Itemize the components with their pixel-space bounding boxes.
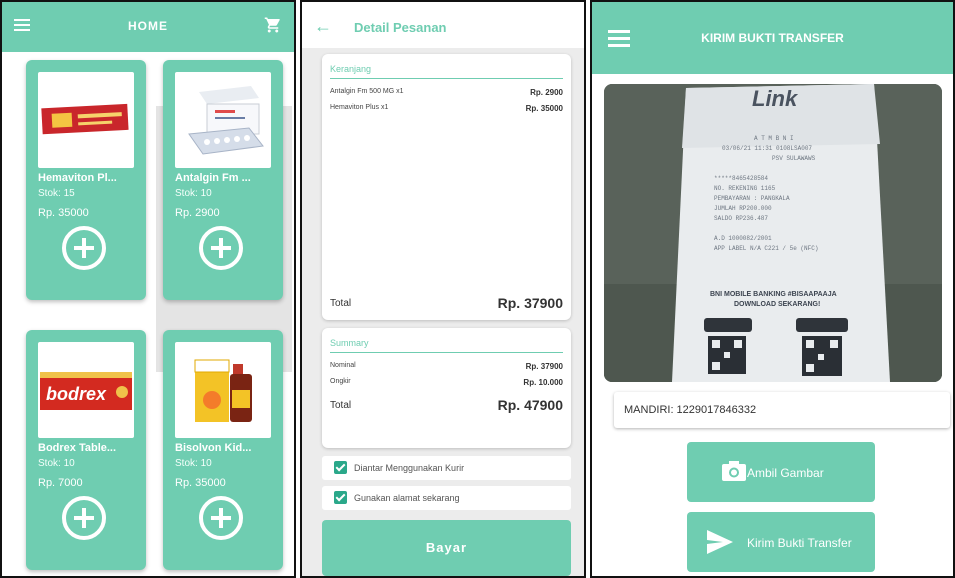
add-to-cart-button[interactable] <box>62 496 106 540</box>
home-app-bar: HOME <box>2 2 294 52</box>
receipt-logo: Link <box>752 86 799 111</box>
summary-row: Nominal Rp. 37900 <box>330 362 563 371</box>
order-detail-screen: ← Detail Pesanan Keranjang Antalgin Fm 5… <box>300 0 586 578</box>
cart-icon[interactable] <box>264 16 282 34</box>
page-title: Detail Pesanan <box>354 20 447 35</box>
send-proof-button[interactable]: Kirim Bukti Transfer <box>687 512 875 572</box>
transfer-proof-screen: KIRIM BUKTI TRANSFER Link A T M B N I 03… <box>590 0 955 578</box>
courier-checkbox-label: Diantar Menggunakan Kurir <box>354 463 465 473</box>
product-grid: Hemaviton Pl... Stok: 15 Rp. 35000 Antal… <box>2 52 294 576</box>
courier-checkbox[interactable]: Diantar Menggunakan Kurir <box>322 456 571 480</box>
cart-item-price: Rp. 35000 <box>525 104 563 113</box>
add-to-cart-button[interactable] <box>199 226 243 270</box>
bank-account-text: MANDIRI: 1229017846332 <box>624 404 757 416</box>
product-image: bodrex <box>38 342 134 438</box>
product-stock: Stok: 15 <box>38 188 75 199</box>
product-stock: Stok: 10 <box>175 458 212 469</box>
summary-total-row: Total Rp. 47900 <box>330 397 563 413</box>
product-name: Bisolvon Kid... <box>175 442 252 454</box>
cart-total-row: Total Rp. 37900 <box>330 295 563 311</box>
product-price: Rp. 35000 <box>175 477 226 489</box>
cart-total-value: Rp. 37900 <box>497 295 563 311</box>
product-card[interactable]: Antalgin Fm ... Stok: 10 Rp. 2900 <box>163 60 283 300</box>
cart-item-price: Rp. 2900 <box>530 88 563 97</box>
summary-heading: Summary <box>330 338 369 348</box>
product-name: Bodrex Table... <box>38 442 117 454</box>
cart-item: Hemaviton Plus x1 Rp. 35000 <box>330 104 563 113</box>
summary-value: Rp. 10.000 <box>523 378 563 387</box>
receipt-line: JUMLAH RP200.000 <box>714 205 772 212</box>
product-price: Rp. 7000 <box>38 477 83 489</box>
product-image <box>38 72 134 168</box>
cart-item-name: Antalgin Fm 500 MG x1 <box>330 88 404 95</box>
summary-value: Rp. 37900 <box>525 362 563 371</box>
receipt-line: *****8465428584 <box>714 175 768 182</box>
receipt-line: A T M B N I <box>754 135 794 142</box>
send-icon <box>707 530 733 554</box>
summary-total-label: Total <box>330 400 352 411</box>
page-title: HOME <box>128 19 168 33</box>
page-title: KIRIM BUKTI TRANSFER <box>701 31 844 45</box>
take-photo-label: Ambil Gambar <box>747 466 824 480</box>
receipt-image: Link A T M B N I 03/06/21 11:31 0108LSA0… <box>604 84 942 382</box>
receipt-line: SALDO RP236.487 <box>714 215 768 222</box>
order-app-bar: ← Detail Pesanan <box>302 2 584 52</box>
transfer-app-bar: KIRIM BUKTI TRANSFER <box>592 2 953 74</box>
send-proof-label: Kirim Bukti Transfer <box>747 536 852 550</box>
summary-total-value: Rp. 47900 <box>497 397 563 413</box>
cart-item: Antalgin Fm 500 MG x1 Rp. 2900 <box>330 88 563 97</box>
receipt-line: A.D 1000082/2001 <box>714 235 772 242</box>
product-card[interactable]: Bisolvon Kid... Stok: 10 Rp. 35000 <box>163 330 283 570</box>
product-price: Rp. 35000 <box>38 207 89 219</box>
transfer-receipt-photo: Link A T M B N I 03/06/21 11:31 0108LSA0… <box>604 84 942 382</box>
summary-label: Ongkir <box>330 378 351 385</box>
receipt-line: APP LABEL N/A C221 / 5e (NFC) <box>714 245 818 252</box>
receipt-line: 03/06/21 11:31 0108LSA007 <box>722 145 812 152</box>
summary-card: Summary Nominal Rp. 37900 Ongkir Rp. 10.… <box>322 328 571 448</box>
receipt-line: NO. REKENING 1165 <box>714 185 776 192</box>
checkbox-checked-icon[interactable] <box>334 491 347 504</box>
current-address-checkbox[interactable]: Gunakan alamat sekarang <box>322 486 571 510</box>
camera-icon <box>722 461 746 481</box>
pay-button[interactable]: Bayar <box>322 520 571 576</box>
back-arrow-icon[interactable]: ← <box>314 16 332 37</box>
receipt-line: DOWNLOAD SEKARANG! <box>734 301 820 308</box>
current-address-checkbox-label: Gunakan alamat sekarang <box>354 493 460 503</box>
add-to-cart-button[interactable] <box>62 226 106 270</box>
product-name: Antalgin Fm ... <box>175 172 251 184</box>
product-price: Rp. 2900 <box>175 207 220 219</box>
checkbox-checked-icon[interactable] <box>334 461 347 474</box>
product-stock: Stok: 10 <box>175 188 212 199</box>
cart-item-name: Hemaviton Plus x1 <box>330 104 389 111</box>
add-to-cart-button[interactable] <box>199 496 243 540</box>
product-image <box>175 72 271 168</box>
product-card[interactable]: bodrex Bodrex Table... Stok: 10 Rp. 7000 <box>26 330 146 570</box>
cart-total-label: Total <box>330 298 352 309</box>
take-photo-button[interactable]: Ambil Gambar <box>687 442 875 502</box>
receipt-line: PEMBAYARAN : PANGKALA <box>714 195 790 202</box>
summary-row: Ongkir Rp. 10.000 <box>330 378 563 387</box>
divider <box>330 352 563 353</box>
product-name: Hemaviton Pl... <box>38 172 117 184</box>
svg-text:bodrex: bodrex <box>46 384 107 404</box>
summary-label: Nominal <box>330 362 356 369</box>
home-screen: HOME Hemaviton Pl... Stok: 15 Rp. 35000 <box>0 0 296 578</box>
product-image <box>175 342 271 438</box>
divider <box>330 78 563 79</box>
product-card[interactable]: Hemaviton Pl... Stok: 15 Rp. 35000 <box>26 60 146 300</box>
cart-card: Keranjang Antalgin Fm 500 MG x1 Rp. 2900… <box>322 54 571 320</box>
receipt-line: BNI MOBILE BANKING #BISAAPAAJA <box>710 291 837 298</box>
pay-button-label: Bayar <box>425 540 468 555</box>
cart-heading: Keranjang <box>330 64 372 74</box>
order-body: Keranjang Antalgin Fm 500 MG x1 Rp. 2900… <box>302 48 584 576</box>
product-stock: Stok: 10 <box>38 458 75 469</box>
bank-account-field: MANDIRI: 1229017846332 <box>614 392 950 428</box>
receipt-line: PSV SULAWAWS <box>772 155 816 162</box>
